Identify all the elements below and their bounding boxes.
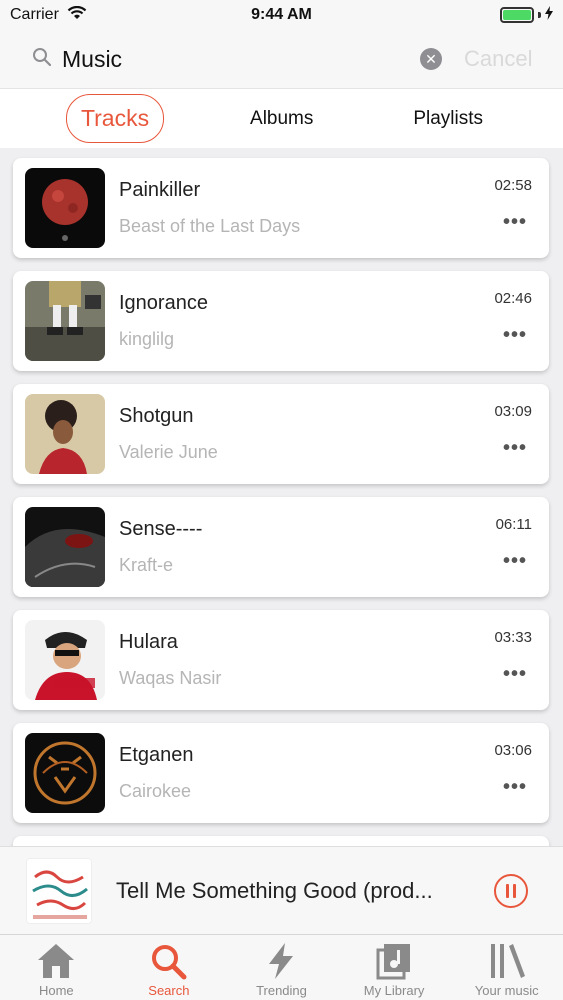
track-duration: 03:33 <box>494 629 532 646</box>
track-row[interactable]: Ignorance kinglilg 02:46 ••• <box>13 271 549 371</box>
wifi-icon <box>67 5 87 25</box>
track-title: Etganen <box>119 744 194 766</box>
pause-icon <box>506 883 509 898</box>
album-cover <box>25 281 105 361</box>
track-row[interactable]: Painkiller Beast of the Last Days 02:58 … <box>13 158 549 258</box>
track-title: Shotgun <box>119 405 194 427</box>
lightning-icon <box>261 941 301 981</box>
more-options-icon[interactable]: ••• <box>503 211 527 234</box>
tab-search[interactable]: Search <box>119 941 219 998</box>
track-row[interactable]: Hulara Waqas Nasir 03:33 ••• <box>13 610 549 710</box>
album-cover <box>25 168 105 248</box>
more-options-icon[interactable]: ••• <box>503 437 527 460</box>
track-duration: 03:06 <box>494 742 532 759</box>
album-cover <box>25 620 105 700</box>
status-left: Carrier <box>10 5 87 25</box>
tab-my-library[interactable]: My Library <box>344 941 444 998</box>
track-row[interactable]: Sense---- Kraft-e 06:11 ••• <box>13 497 549 597</box>
tab-tracks[interactable]: Tracks <box>65 94 165 143</box>
track-artist: Waqas Nasir <box>119 668 222 688</box>
tab-trending[interactable]: Trending <box>231 941 331 998</box>
track-title: Ignorance <box>119 292 208 314</box>
pause-button[interactable] <box>494 873 528 908</box>
more-options-icon[interactable]: ••• <box>503 663 527 686</box>
music-library-icon <box>374 941 414 981</box>
more-options-icon[interactable]: ••• <box>503 550 527 573</box>
search-icon <box>32 47 52 72</box>
tab-home[interactable]: Home <box>6 941 106 998</box>
search-bar: ✕ Cancel <box>0 30 563 88</box>
track-artist: Valerie June <box>119 442 218 462</box>
battery-icon <box>500 7 534 23</box>
more-options-icon[interactable]: ••• <box>503 776 527 799</box>
bookshelf-icon <box>487 941 527 981</box>
clear-search-button[interactable]: ✕ <box>420 48 442 70</box>
track-artist: Kraft-e <box>119 555 174 575</box>
track-duration: 02:58 <box>494 177 532 194</box>
search-input[interactable] <box>62 45 410 73</box>
tab-home-label: Home <box>38 983 74 998</box>
tab-my-library-label: My Library <box>363 983 425 998</box>
battery-indicator <box>500 5 553 25</box>
tab-your-music-label: Your music <box>474 983 539 998</box>
search-field[interactable]: ✕ <box>22 36 454 82</box>
track-row[interactable] <box>13 836 549 846</box>
tab-playlists[interactable]: Playlists <box>399 98 497 140</box>
tab-albums[interactable]: Albums <box>236 98 327 140</box>
track-row[interactable]: Shotgun Valerie June 03:09 ••• <box>13 384 549 484</box>
charging-icon <box>545 5 553 25</box>
track-title: Painkiller <box>119 179 201 201</box>
track-list[interactable]: Painkiller Beast of the Last Days 02:58 … <box>0 148 563 846</box>
track-title: Hulara <box>119 631 178 653</box>
track-duration: 03:09 <box>494 403 532 420</box>
track-artist: Beast of the Last Days <box>119 216 301 236</box>
now-playing-cover <box>26 857 92 924</box>
tab-trending-label: Trending <box>256 983 307 998</box>
album-cover <box>25 507 105 587</box>
now-playing-title: Tell Me Something Good (prod... <box>116 877 433 903</box>
track-duration: 02:46 <box>494 290 532 307</box>
bottom-tab-bar: Home Search Trending My Library Your mus… <box>0 934 563 1000</box>
track-title: Sense---- <box>119 518 203 540</box>
home-icon <box>36 941 76 981</box>
track-duration: 06:11 <box>495 516 532 533</box>
search-icon <box>149 941 189 981</box>
cancel-button[interactable]: Cancel <box>464 46 532 72</box>
status-time: 9:44 AM <box>251 6 312 23</box>
album-cover <box>25 733 105 813</box>
track-row[interactable]: Etganen Cairokee 03:06 ••• <box>13 723 549 823</box>
album-cover <box>25 394 105 474</box>
search-category-tabs: Tracks Albums Playlists <box>0 88 563 148</box>
tab-your-music[interactable]: Your music <box>457 941 557 998</box>
tab-search-label: Search <box>148 983 190 998</box>
track-artist: Cairokee <box>119 781 192 801</box>
now-playing-bar[interactable]: Tell Me Something Good (prod... <box>0 846 563 934</box>
more-options-icon[interactable]: ••• <box>503 324 527 347</box>
track-artist: kinglilg <box>119 329 175 349</box>
carrier-label: Carrier <box>10 6 59 23</box>
status-bar: Carrier 9:44 AM <box>0 0 563 30</box>
